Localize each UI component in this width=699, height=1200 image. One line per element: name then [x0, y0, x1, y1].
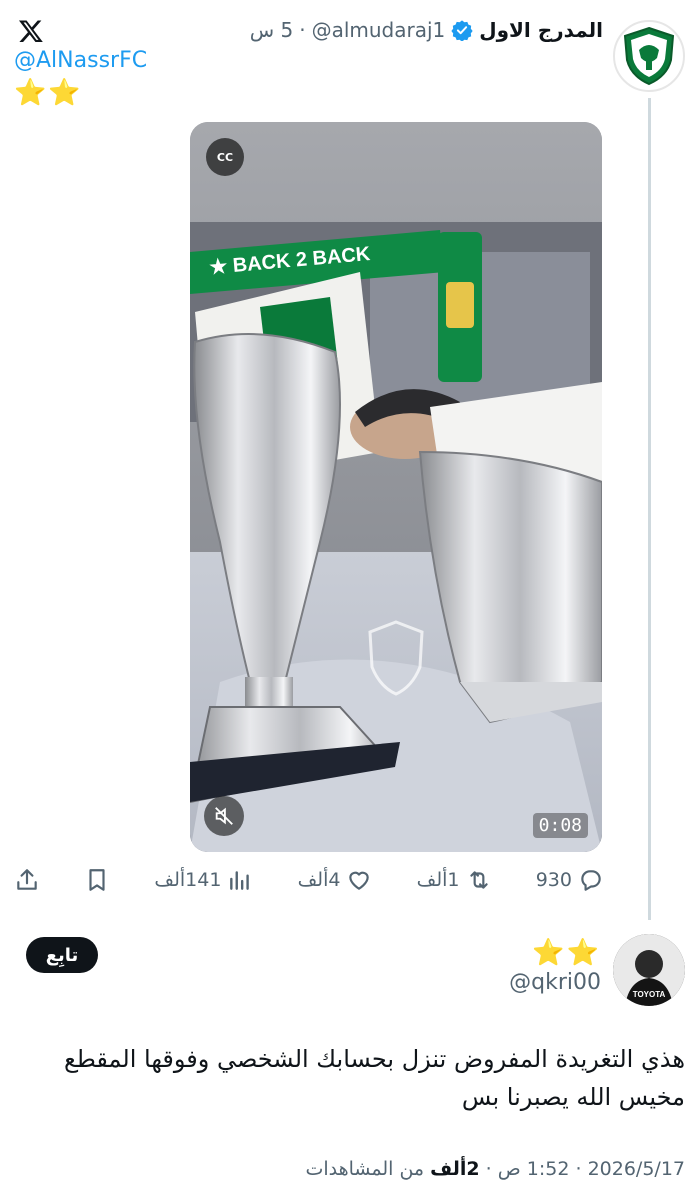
share-button[interactable] [14, 867, 40, 893]
reply-views-label: من المشاهدات [305, 1158, 431, 1180]
stars-emoji: ⭐⭐ [14, 78, 83, 108]
club-crest-icon [623, 26, 675, 86]
reply-date[interactable]: 2026/5/17 · 1:52 ص · [480, 1158, 685, 1180]
retweets-count: 1ألف [416, 869, 460, 891]
separator: · [299, 18, 306, 42]
mention-link[interactable]: @AlNassrFC [14, 48, 147, 73]
video-frame: ★ BACK 2 BACK [190, 122, 602, 852]
reply-views-count: 2ألف [430, 1158, 480, 1180]
reply-username[interactable]: @qkri00 [509, 970, 601, 995]
tweet-header: المدرج الاول @almudaraj1 · 5 س [250, 18, 603, 42]
video-player[interactable]: ★ BACK 2 BACK CC 0:08 [190, 122, 602, 852]
views-icon [230, 871, 250, 890]
username[interactable]: @almudaraj1 [312, 18, 446, 42]
cc-button[interactable]: CC [206, 138, 244, 176]
views-button[interactable]: 141ألف [154, 867, 253, 893]
reply-button[interactable]: 930 [536, 867, 604, 893]
share-icon [17, 869, 37, 890]
replies-count: 930 [535, 869, 572, 891]
follow-button[interactable]: تابِع [26, 937, 98, 973]
tweet-actions: 141ألف 4ألف 1ألف 930 [14, 862, 604, 898]
avatar-text: TOYOTA [633, 990, 666, 999]
avatar[interactable] [613, 20, 685, 92]
timestamp[interactable]: 5 س [250, 18, 294, 42]
reply-avatar[interactable]: TOYOTA [613, 934, 685, 1006]
like-button[interactable]: 4ألف [298, 867, 373, 893]
retweet-icon [469, 871, 488, 889]
bookmark-icon [89, 869, 105, 891]
cc-icon: CC [216, 150, 234, 164]
bookmark-button[interactable] [84, 867, 110, 893]
reply-stars-emoji: ⭐⭐ [532, 938, 601, 968]
mute-button[interactable] [204, 796, 244, 836]
x-logo-icon[interactable] [18, 18, 44, 44]
likes-count: 4ألف [297, 869, 341, 891]
reply-icon [581, 870, 601, 891]
mute-icon [215, 807, 233, 825]
verified-badge-icon [451, 20, 473, 41]
video-duration: 0:08 [532, 813, 588, 838]
thread-line [648, 98, 651, 920]
reply-text-line: مخيس الله يصبرنا بس [461, 1083, 685, 1111]
retweet-button[interactable]: 1ألف [417, 867, 492, 893]
reply-text-line: هذي التغريدة المفروض تنزل بحسابك الشخصي … [63, 1045, 685, 1073]
reply-meta: 2026/5/17 · 1:52 ص · 2ألف من المشاهدات [305, 1158, 685, 1180]
views-count: 141ألف [154, 869, 222, 891]
display-name[interactable]: المدرج الاول [479, 18, 603, 42]
like-icon [349, 871, 370, 890]
reply-text: هذي التغريدة المفروض تنزل بحسابك الشخصي … [15, 1040, 685, 1116]
